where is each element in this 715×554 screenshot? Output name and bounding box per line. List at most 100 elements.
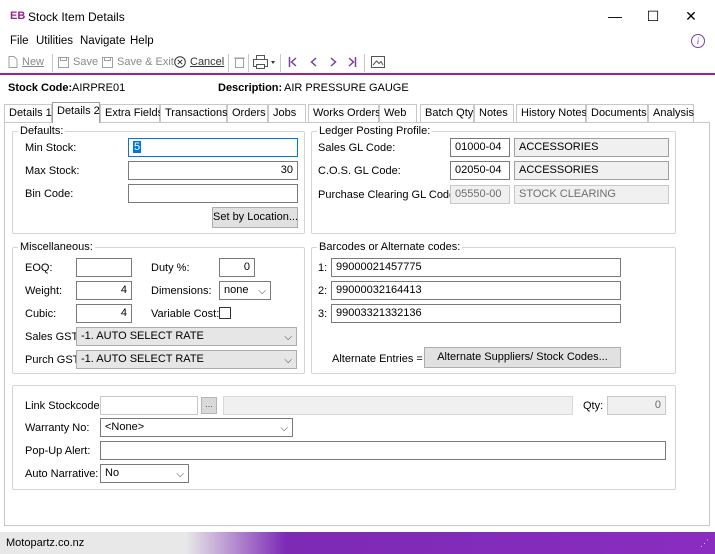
sales-gl-label: Sales GL Code:: [318, 142, 396, 154]
purchase-clearing-gl-label: Purchase Clearing GL Code:: [318, 189, 459, 201]
toolbar-divider: [228, 54, 229, 72]
print-icon[interactable]: [253, 55, 277, 72]
dimensions-select[interactable]: none ⌵: [219, 281, 271, 300]
warranty-label: Warranty No:: [25, 422, 90, 434]
toolbar-divider: [52, 54, 53, 72]
min-stock-value: 5: [133, 141, 142, 153]
ledger-title: Ledger Posting Profile:: [317, 125, 433, 137]
save-exit-icon: [102, 56, 113, 68]
auto-narrative-value: No: [105, 467, 120, 479]
qty-label: Qty:: [583, 400, 604, 412]
close-icon: ✕: [685, 8, 697, 24]
menu-navigate[interactable]: Navigate: [80, 35, 125, 47]
cos-gl-code-input[interactable]: 02050-04: [450, 161, 510, 180]
max-stock-input[interactable]: 30: [128, 161, 298, 180]
purch-gst-label: Purch GST:: [25, 354, 82, 366]
sales-gst-value: -1. AUTO SELECT RATE: [81, 330, 204, 342]
tab-details-1[interactable]: Details 1: [4, 104, 52, 122]
tab-orders[interactable]: Orders: [227, 104, 268, 122]
maximize-icon: ☐: [646, 8, 660, 24]
tab-transactions[interactable]: Transactions: [160, 104, 228, 122]
menu-file[interactable]: File: [10, 35, 29, 47]
previous-record-icon[interactable]: [309, 57, 319, 70]
dimensions-label: Dimensions:: [151, 285, 212, 297]
close-button[interactable]: ✕: [676, 6, 706, 26]
tab-details-2[interactable]: Details 2: [52, 102, 100, 123]
min-stock-input[interactable]: 5: [128, 138, 298, 157]
chevron-down-icon: ⌵: [258, 286, 266, 297]
delete-icon[interactable]: [234, 56, 245, 71]
menu-help[interactable]: Help: [130, 35, 154, 47]
link-stockcode-description: [223, 396, 573, 415]
auto-narrative-label: Auto Narrative:: [25, 468, 99, 480]
last-record-icon[interactable]: [347, 57, 357, 70]
warranty-select[interactable]: <None> ⌵: [100, 418, 293, 437]
barcode-input-1[interactable]: 99000021457775: [331, 258, 621, 277]
window-title: Stock Item Details: [28, 10, 125, 24]
chevron-down-icon: ⌵: [176, 469, 184, 480]
link-stockcode-input[interactable]: [100, 396, 198, 415]
qty-input[interactable]: 0: [607, 396, 666, 415]
link-stockcode-label: Link Stockcode:: [25, 400, 103, 412]
misc-title: Miscellaneous:: [18, 241, 95, 253]
menu-utilities[interactable]: Utilities: [36, 35, 73, 47]
tab-notes[interactable]: Notes: [474, 104, 514, 122]
duty-label: Duty %:: [151, 262, 190, 274]
stock-code-label: Stock Code:: [8, 82, 73, 94]
tab-documents[interactable]: Documents: [586, 104, 648, 122]
save-exit-label: Save & Exit: [117, 56, 174, 68]
barcode-row-number: 1:: [318, 262, 328, 274]
help-info-icon[interactable]: i: [691, 34, 705, 48]
save-exit-button[interactable]: Save & Exit: [102, 56, 174, 68]
variable-cost-checkbox[interactable]: [219, 307, 231, 319]
minimize-icon: —: [608, 8, 622, 24]
tab-extra-fields[interactable]: Extra Fields: [100, 104, 163, 122]
status-bar: [0, 532, 715, 554]
accent-line: [0, 73, 715, 75]
popup-alert-input[interactable]: [100, 441, 666, 460]
purch-gst-select[interactable]: -1. AUTO SELECT RATE ⌵: [76, 350, 297, 369]
cos-gl-label: C.O.S. GL Code:: [318, 165, 401, 177]
tab-analysis[interactable]: Analysis: [648, 104, 694, 122]
resize-grip-icon[interactable]: ⋰: [700, 538, 709, 549]
purchase-clearing-gl-description: STOCK CLEARING: [514, 185, 669, 204]
weight-input[interactable]: 4: [76, 281, 132, 300]
barcode-input-2[interactable]: 99000032164413: [331, 281, 621, 300]
duty-input[interactable]: 0: [219, 258, 255, 277]
tab-batch-qty[interactable]: Batch Qty: [420, 104, 474, 122]
alternate-suppliers-button[interactable]: Alternate Suppliers/ Stock Codes...: [424, 347, 621, 368]
defaults-title: Defaults:: [18, 125, 66, 137]
dimensions-value: none: [224, 284, 249, 296]
cancel-button[interactable]: Cancel: [174, 56, 224, 68]
bin-code-input[interactable]: [128, 184, 298, 203]
cancel-icon: [174, 56, 186, 68]
chevron-down-icon: ⌵: [284, 355, 292, 366]
save-button[interactable]: Save: [58, 56, 98, 68]
popup-alert-label: Pop-Up Alert:: [25, 445, 91, 457]
description-label: Description:: [218, 82, 283, 94]
first-record-icon[interactable]: [288, 57, 298, 70]
eoq-input[interactable]: [76, 258, 132, 277]
toolbar-divider: [280, 54, 281, 72]
barcode-input-3[interactable]: 99003321332136: [331, 304, 621, 323]
tab-history-notes[interactable]: History Notes: [516, 104, 587, 122]
max-stock-label: Max Stock:: [25, 165, 80, 177]
maximize-button[interactable]: ☐: [638, 6, 668, 26]
barcode-row-number: 3:: [318, 308, 328, 320]
cubic-input[interactable]: 4: [76, 304, 132, 323]
link-stockcode-browse-button[interactable]: ...: [201, 397, 217, 414]
description-value: AIR PRESSURE GAUGE: [284, 82, 409, 94]
next-record-icon[interactable]: [328, 57, 338, 70]
image-icon[interactable]: [371, 56, 385, 71]
auto-narrative-select[interactable]: No ⌵: [100, 464, 189, 483]
tab-web[interactable]: Web: [379, 104, 417, 122]
tab-works-orders[interactable]: Works Orders: [308, 104, 381, 122]
weight-label: Weight:: [25, 285, 63, 297]
set-by-location-button[interactable]: Set by Location...: [212, 207, 298, 228]
save-label: Save: [73, 56, 99, 68]
tab-jobs[interactable]: Jobs: [268, 104, 306, 122]
sales-gl-code-input[interactable]: 01000-04: [450, 138, 510, 157]
minimize-button[interactable]: —: [600, 6, 630, 26]
sales-gst-select[interactable]: -1. AUTO SELECT RATE ⌵: [76, 327, 297, 346]
new-button[interactable]: New: [8, 56, 44, 69]
